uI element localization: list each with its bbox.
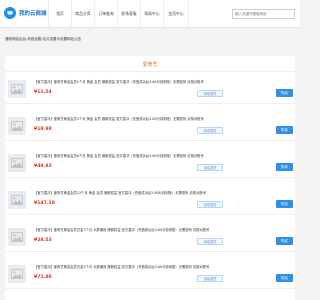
product-panel: 爱奇艺 【官方直冲】爱奇艺黄金会员1个月 黄金 会员 爆款权益 官方直冲（充值成… <box>5 56 295 300</box>
buy-button[interactable]: 购买 <box>276 126 293 134</box>
nav-member-center[interactable]: 会员中心 <box>163 0 189 28</box>
product-row[interactable]: 【官方直冲】爱奇艺黄金会员6个月 黄金 会员 爆款权益 官方直冲（充值成功后3-… <box>5 148 295 178</box>
nav-help-center[interactable]: 帮助中心 <box>140 0 163 28</box>
nav-contact-support[interactable]: 联系客服 <box>117 0 140 28</box>
image-placeholder-icon <box>8 80 26 98</box>
brand-logo[interactable]: 我的云商城 <box>4 7 47 19</box>
product-row[interactable]: 【官方直冲】爱奇艺黄金会员白金3个月 大屏通用 爆款权益 官方直冲（充值成功后3… <box>5 259 295 289</box>
delivery-badge: 自动发货 <box>197 164 223 171</box>
search-box <box>232 9 295 19</box>
delivery-badge: 自动发货 <box>197 238 223 245</box>
product-price: ¥147.18 <box>34 201 55 206</box>
nav-categories[interactable]: 商品分类 <box>71 0 94 28</box>
product-title[interactable]: 【官方直冲】爱奇艺黄金会员白金1个月 大屏通用 爆款权益 官方直冲（充值成功后3… <box>34 227 274 232</box>
delivery-badge: 自动发货 <box>197 127 223 134</box>
product-price: ¥49.83 <box>34 164 52 169</box>
buy-button[interactable]: 购买 <box>276 163 293 171</box>
image-placeholder-icon <box>8 265 26 283</box>
delivery-badge: 自动发货 <box>197 275 223 282</box>
nav-home[interactable]: 首页 <box>48 0 71 28</box>
brand-name: 我的云商城 <box>19 11 47 17</box>
image-placeholder-icon <box>8 117 26 135</box>
product-row[interactable]: 【官方直冲】爱奇艺黄金会员1个月 黄金 会员 爆款权益 官方直冲（充值成功后3-… <box>5 74 295 104</box>
product-title[interactable]: 【官方直冲】爱奇艺黄金会员白金3个月 大屏通用 爆款权益 官方直冲（充值成功后3… <box>34 264 274 269</box>
buy-button[interactable]: 购买 <box>276 237 293 245</box>
product-price: ¥28.53 <box>34 238 52 243</box>
product-row[interactable]: 【官方直冲】爱奇艺黄金会员3个月 黄金 会员 爆款权益 官方直冲（充值成功后3-… <box>5 111 295 141</box>
image-placeholder-icon <box>8 154 26 172</box>
product-title[interactable]: 【官方直冲】爱奇艺黄金会员1个月 黄金 会员 爆款权益 官方直冲（充值成功后3-… <box>34 79 274 84</box>
product-price: ¥11.54 <box>34 90 52 95</box>
product-title[interactable]: 【官方直冲】爱奇艺黄金会员12个月 黄金 会员 爆款权益 官方直冲（充值成功后3… <box>34 190 274 195</box>
product-title[interactable]: 【官方直冲】爱奇艺黄金会员3个月 黄金 会员 爆款权益 官方直冲（充值成功后3-… <box>34 116 274 121</box>
buy-button[interactable]: 购买 <box>276 200 293 208</box>
site-notice: 通知网站后台-系统设置-站点设置中设置网站公告 <box>5 36 82 41</box>
delivery-badge: 自动发货 <box>197 201 223 208</box>
main-nav: 首页 商品分类 订单查询 联系客服 帮助中心 会员中心 <box>48 0 189 28</box>
product-row[interactable]: 【官方直冲】爱奇艺黄金会员白金1个月 大屏通用 爆款权益 官方直冲（充值成功后3… <box>5 222 295 252</box>
top-bar: 我的云商城 首页 商品分类 订单查询 联系客服 帮助中心 会员中心 <box>0 0 300 28</box>
delivery-badge: 自动发货 <box>197 90 223 97</box>
cart-icon <box>4 7 16 19</box>
product-row[interactable]: 【官方直冲】爱奇艺黄金会员12个月 黄金 会员 爆款权益 官方直冲（充值成功后3… <box>5 185 295 215</box>
image-placeholder-icon <box>8 191 26 209</box>
search-input[interactable] <box>235 12 294 16</box>
buy-button[interactable]: 购买 <box>276 89 293 97</box>
product-title[interactable]: 【官方直冲】爱奇艺黄金会员6个月 黄金 会员 爆款权益 官方直冲（充值成功后3-… <box>34 153 274 158</box>
product-price: ¥71.88 <box>34 275 52 280</box>
buy-button[interactable]: 购买 <box>276 274 293 282</box>
product-price: ¥19.98 <box>34 127 52 132</box>
section-title: 爱奇艺 <box>5 58 295 72</box>
image-placeholder-icon <box>8 228 26 246</box>
nav-order-query[interactable]: 订单查询 <box>94 0 117 28</box>
